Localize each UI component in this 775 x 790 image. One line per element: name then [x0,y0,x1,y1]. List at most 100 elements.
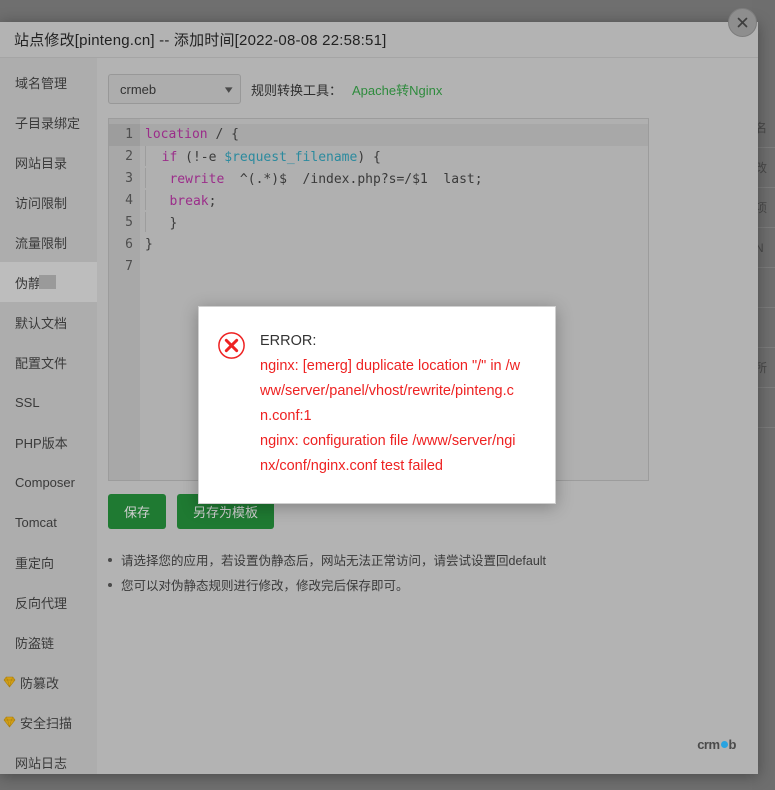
hint-text: 请选择您的应用，若设置伪静态后，网站无法正常访问，请尝试设置回default [121,554,547,568]
editor-code-line: } [140,212,648,234]
watermark-text-before: crm [697,737,720,752]
sidebar-item-5[interactable]: 伪静态 [0,262,97,302]
sidebar-item-12[interactable]: 重定向 [0,542,97,582]
sidebar-item-label: PHP版本 [15,435,68,451]
error-circle-x-icon [217,329,247,479]
editor-line-number: 5 [125,215,133,230]
error-message-line: n.conf:1 [260,408,312,424]
error-heading: ERROR: [260,333,317,349]
hint-item: 您可以对伪静态规则进行修改，修改完后保存即可。 [108,574,758,599]
bullet-icon [108,583,112,587]
chevron-down-icon: ▾ [225,83,234,96]
sidebar-item-label: 子目录绑定 [15,115,81,131]
editor-line-number: 6 [125,237,133,252]
hints-list: 请选择您的应用，若设置伪静态后，网站无法正常访问，请尝试设置回default 您可… [108,549,758,599]
sidebar-item-15[interactable]: 防篡改 [0,662,97,702]
editor-line-number: 2 [125,149,133,164]
sidebar-item-7[interactable]: 配置文件 [0,342,97,382]
code-token: } [145,237,153,252]
sidebar-item-label: 安全扫描 [20,715,73,731]
code-token: location [145,127,208,142]
editor-code-line: rewrite ^(.*)$ /index.php?s=/$1 last; [140,168,648,190]
code-token: / { [207,127,239,142]
hint-text: 您可以对伪静态规则进行修改，修改完后保存即可。 [121,579,409,593]
sidebar-item-label: Composer [15,474,75,490]
sidebar-item-2[interactable]: 网站目录 [0,142,97,182]
sidebar-item-label: 配置文件 [15,355,68,371]
code-token: $request_filename [224,150,358,165]
error-message-line: ww/server/panel/vhost/rewrite/pinteng.c [260,383,514,399]
editor-code-line: break; [140,190,648,212]
sidebar-item-1[interactable]: 子目录绑定 [0,102,97,142]
code-token: ; [208,194,217,209]
error-message-line: nginx: configuration file /www/server/ng… [260,433,516,449]
converter-label: 规则转换工具： [251,82,343,98]
sidebar-item-6[interactable]: 默认文档 [0,302,97,342]
crmeb-watermark: crm b [697,737,736,752]
sidebar-item-label: 防盗链 [15,635,55,651]
save-button[interactable]: 保存 [108,494,167,529]
sidebar-item-label: 反向代理 [15,595,68,611]
editor-line-number: 3 [125,171,133,186]
editor-line-numbers: 1 2 3 4 5 6 7 [109,119,140,480]
close-icon[interactable] [728,8,757,37]
sidebar-item-label: SSL [15,394,40,410]
sidebar-item-9[interactable]: PHP版本 [0,422,97,462]
editor-line-number: 7 [125,259,133,274]
sidebar-item-label: 重定向 [15,555,55,571]
editor-line-number: 4 [125,193,133,208]
page-title: 站点修改[pinteng.cn] -- 添加时间[2022-08-08 22:5… [14,32,387,49]
watermark-dot-icon [720,741,728,748]
sidebar-item-14[interactable]: 防盗链 [0,622,97,662]
sidebar-item-3[interactable]: 访问限制 [0,182,97,222]
rule-select-value: crmeb [120,81,157,97]
bullet-icon [108,558,112,562]
sidebar-item-13[interactable]: 反向代理 [0,582,97,622]
code-token: break [169,194,209,209]
gem-icon [3,676,16,688]
error-message-line: nginx: [emerg] duplicate location "/" in… [260,358,521,374]
sidebar-item-10[interactable]: Composer [0,462,97,502]
code-token: if [161,150,178,165]
apache-to-nginx-link[interactable]: Apache转Nginx [352,80,442,99]
sidebar-item-17[interactable]: 网站日志 [0,742,97,774]
sidebar-item-label: 网站目录 [15,155,68,171]
sidebar-item-16[interactable]: 安全扫描 [0,702,97,742]
error-message: nginx: [emerg] duplicate location "/" in… [260,354,535,479]
site-edit-modal: 站点修改[pinteng.cn] -- 添加时间[2022-08-08 22:5… [0,8,758,774]
code-token: (!-e [177,150,225,165]
editor-code-line [140,256,648,278]
sidebar-item-label: 默认文档 [15,315,68,331]
gem-icon [3,716,16,728]
error-message-line: nx/conf/nginx.conf test failed [260,458,443,474]
editor-code-line: location / { [140,124,648,146]
error-dialog: ERROR: nginx: [emerg] duplicate location… [198,306,556,504]
rule-select[interactable]: crmeb ▾ [108,74,241,104]
sidebar-item-8[interactable]: SSL [0,382,97,422]
modal-titlebar: 站点修改[pinteng.cn] -- 添加时间[2022-08-08 22:5… [0,22,758,58]
error-text: ERROR: nginx: [emerg] duplicate location… [260,329,535,479]
sidebar-item-label: 访问限制 [15,195,68,211]
sidebar-item-0[interactable]: 域名管理 [0,62,97,102]
editor-line-number: 1 [109,124,140,146]
code-token: ^(.*)$ /index.php?s=/$1 last; [224,172,483,187]
rewrite-toolbar: crmeb ▾ 规则转换工具： Apache转Nginx [108,72,758,106]
sidebar-item-label: 流量限制 [15,235,68,251]
code-token: rewrite [169,172,225,187]
editor-code-line: if (!-e $request_filename) { [140,146,648,168]
sidebar-item-label: 防篡改 [20,675,60,691]
sidebar-item-4[interactable]: 流量限制 [0,222,97,262]
editor-code-line: } [140,234,648,256]
sidebar-item-label: Tomcat [15,514,57,530]
hint-item: 请选择您的应用，若设置伪静态后，网站无法正常访问，请尝试设置回default [108,549,758,574]
sidebar-item-label: 网站日志 [15,755,68,771]
sidebar-item-label: 伪静态 [15,273,57,292]
sidebar-item-11[interactable]: Tomcat [0,502,97,542]
sidebar-item-label: 域名管理 [15,75,68,91]
sidebar: 域名管理子目录绑定网站目录访问限制流量限制伪静态默认文档配置文件 SSL PHP版本… [0,58,97,774]
code-token: ) { [357,150,381,165]
code-token: } [146,216,178,231]
